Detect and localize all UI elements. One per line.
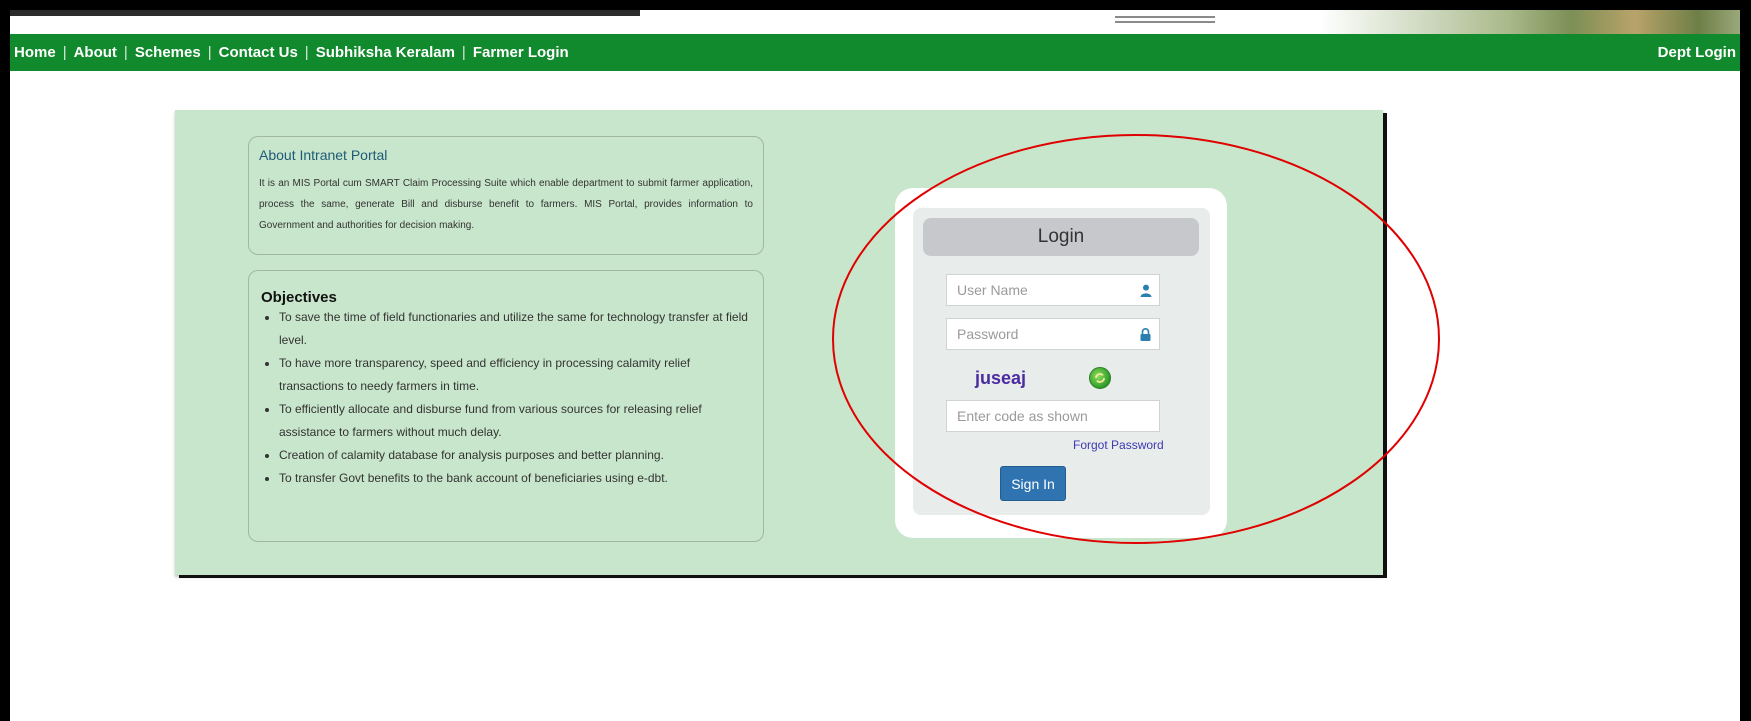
nav-separator: | [461,44,466,61]
banner-emblem-text [1115,13,1215,29]
nav-about[interactable]: About [74,44,117,61]
top-navigation: Home | About | Schemes | Contact Us | Su… [10,34,1740,71]
list-item: Creation of calamity database for analys… [279,444,751,467]
username-input[interactable] [947,274,1140,306]
nav-schemes[interactable]: Schemes [135,44,201,61]
objectives-title: Objectives [261,289,337,306]
about-title: About Intranet Portal [259,147,388,163]
forgot-password-link[interactable]: Forgot Password [1073,438,1164,452]
banner-image [1320,10,1740,34]
nav-dept-login[interactable]: Dept Login [1658,44,1740,61]
content-panel: About Intranet Portal It is an MIS Porta… [175,110,1383,575]
nav-links: Home | About | Schemes | Contact Us | Su… [10,44,569,61]
nav-separator: | [123,44,128,61]
lock-icon [1140,327,1151,341]
sign-in-button[interactable]: Sign In [1000,466,1066,501]
banner-title-fragment [10,10,640,16]
nav-farmer-login[interactable]: Farmer Login [473,44,569,61]
login-heading: Login [923,218,1199,256]
about-text: It is an MIS Portal cum SMART Claim Proc… [259,178,753,231]
password-field [946,318,1160,350]
username-field [946,274,1160,306]
login-card: Login juseaj [895,188,1227,538]
objectives-box: Objectives To save the time of field fun… [248,270,764,542]
nav-separator: | [207,44,212,61]
list-item: To have more transparency, speed and eff… [279,352,751,398]
nav-home[interactable]: Home [14,44,56,61]
header-banner [10,10,1740,34]
refresh-icon[interactable] [1089,367,1111,389]
list-item: To transfer Govt benefits to the bank ac… [279,467,751,490]
user-icon [1140,283,1152,297]
about-box: About Intranet Portal It is an MIS Porta… [248,136,764,255]
objectives-list: To save the time of field functionaries … [261,306,751,490]
captcha-field [946,400,1160,432]
list-item: To efficiently allocate and disburse fun… [279,398,751,444]
captcha-input[interactable] [947,400,1159,432]
nav-separator: | [62,44,67,61]
nav-subhiksha-keralam[interactable]: Subhiksha Keralam [316,44,455,61]
password-input[interactable] [947,318,1140,350]
list-item: To save the time of field functionaries … [279,306,751,352]
nav-contact-us[interactable]: Contact Us [219,44,298,61]
login-form: Login juseaj [913,208,1210,515]
captcha-code: juseaj [975,368,1027,388]
nav-separator: | [304,44,309,61]
page-frame: Home | About | Schemes | Contact Us | Su… [10,10,1740,721]
